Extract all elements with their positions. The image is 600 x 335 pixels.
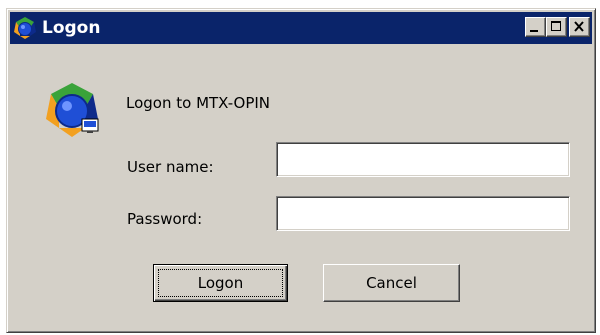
password-input[interactable] [276,196,570,231]
app-logo-icon [14,17,36,39]
maximize-button[interactable] [546,17,567,37]
logon-button-label: Logon [197,274,244,292]
close-button[interactable] [569,17,590,37]
logon-window: Logon Logon to MTX-OPIN User name: Passw… [6,8,596,333]
title-bar[interactable]: Logon [10,12,592,44]
cancel-button[interactable]: Cancel [323,264,460,302]
logon-heading: Logon to MTX-OPIN [126,94,271,112]
window-title: Logon [42,18,101,38]
logon-button[interactable]: Logon [153,264,288,302]
username-label: User name: [127,158,214,176]
network-logon-icon [46,83,99,137]
close-icon [574,21,584,32]
cancel-button-label: Cancel [366,274,417,292]
minimize-button[interactable] [525,17,546,37]
minimize-icon [530,30,538,32]
maximize-icon [551,21,561,31]
username-input[interactable] [276,142,570,177]
password-label: Password: [127,210,203,228]
